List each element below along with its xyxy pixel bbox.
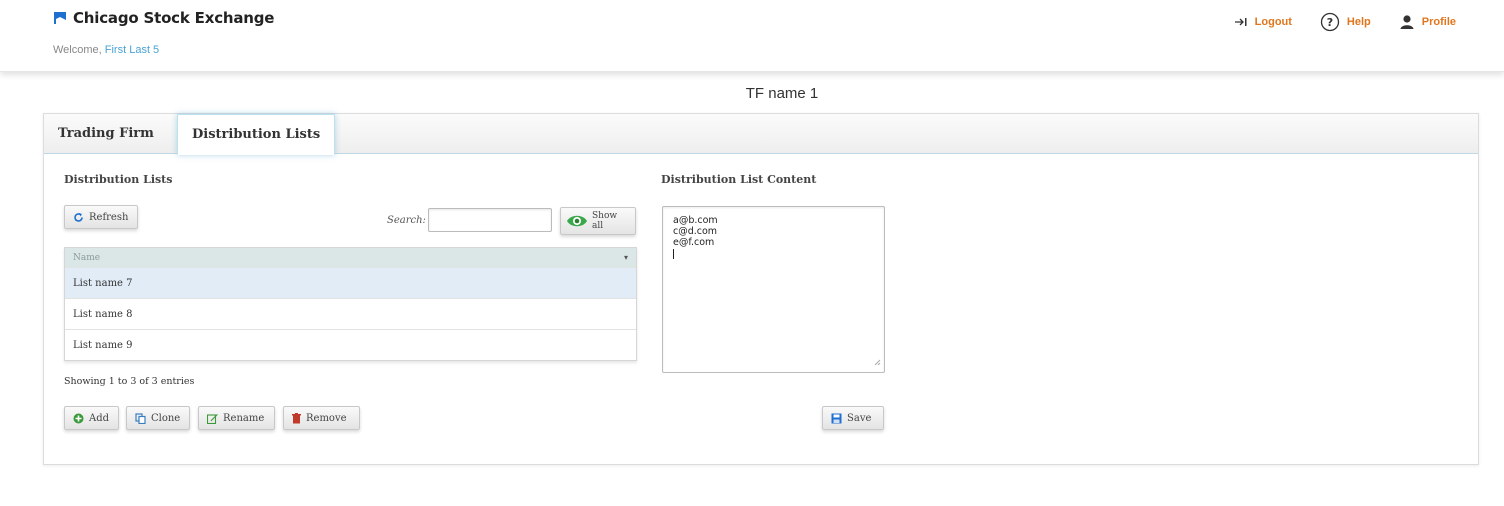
welcome-text: Welcome, First Last 5: [53, 44, 159, 56]
tab-distribution-lists[interactable]: Distribution Lists: [177, 114, 336, 155]
app-header: Chicago Stock Exchange Welcome, First La…: [0, 0, 1504, 72]
user-name-link[interactable]: First Last 5: [105, 44, 159, 56]
profile-link[interactable]: Profile: [1399, 14, 1456, 30]
user-icon: [1399, 14, 1415, 30]
add-label: Add: [89, 412, 110, 424]
search-input[interactable]: [428, 208, 552, 232]
copy-icon: [135, 412, 146, 424]
clone-button[interactable]: Clone: [126, 406, 190, 430]
save-label: Save: [847, 412, 872, 424]
list-content-title: Distribution List Content: [661, 173, 817, 186]
show-all-button[interactable]: Show all: [560, 207, 636, 235]
search-label: Search:: [387, 215, 426, 226]
flag-icon: [53, 11, 67, 25]
distribution-lists-title: Distribution Lists: [64, 173, 173, 186]
text-caret: [673, 249, 674, 259]
edit-icon: [207, 413, 218, 424]
show-all-label: Show all: [592, 211, 618, 231]
tab-trading-firm[interactable]: Trading Firm: [44, 114, 168, 154]
rename-label: Rename: [223, 412, 265, 424]
remove-button[interactable]: Remove: [283, 406, 360, 430]
logout-link[interactable]: Logout: [1234, 16, 1292, 28]
sort-icon: ▾: [623, 253, 628, 262]
welcome-prefix: Welcome,: [53, 44, 102, 56]
clone-label: Clone: [151, 412, 181, 424]
brand: Chicago Stock Exchange: [53, 9, 274, 27]
help-label: Help: [1346, 16, 1371, 28]
table-row[interactable]: List name 9: [65, 329, 636, 360]
save-button[interactable]: Save: [822, 406, 884, 430]
column-name: Name: [73, 252, 101, 263]
content-line: c@d.com: [673, 226, 718, 237]
trash-icon: [292, 412, 301, 424]
refresh-button[interactable]: Refresh: [64, 205, 138, 229]
logout-label: Logout: [1254, 16, 1292, 28]
resize-handle-icon[interactable]: [873, 358, 881, 369]
remove-label: Remove: [306, 412, 347, 424]
profile-label: Profile: [1421, 16, 1456, 28]
plus-circle-icon: [73, 413, 84, 424]
list-content-textarea[interactable]: a@b.com c@d.com e@f.com: [662, 206, 885, 373]
brand-name: Chicago Stock Exchange: [73, 9, 275, 27]
add-button[interactable]: Add: [64, 406, 119, 430]
refresh-label: Refresh: [89, 211, 129, 223]
table-row[interactable]: List name 8: [65, 298, 636, 329]
page-title: TF name 1: [745, 85, 819, 102]
tab-bar: Trading Firm Distribution Lists: [44, 114, 1478, 155]
table-header-name[interactable]: Name ▾: [65, 248, 636, 267]
question-circle-icon: ?: [1320, 12, 1340, 32]
table-row[interactable]: List name 7: [65, 267, 636, 298]
entries-info: Showing 1 to 3 of 3 entries: [64, 376, 195, 387]
help-link[interactable]: ? Help: [1320, 12, 1371, 32]
main-panel: Trading Firm Distribution Lists Distribu…: [43, 113, 1479, 465]
distribution-lists-table: Name ▾ List name 7 List name 8 List name…: [64, 247, 637, 361]
svg-text:?: ?: [1327, 16, 1333, 29]
top-nav: Logout ? Help Profile: [1234, 12, 1456, 32]
rename-button[interactable]: Rename: [198, 406, 275, 430]
eye-icon: [566, 213, 588, 229]
content-line: e@f.com: [673, 237, 715, 248]
page-title-row: TF name 1: [0, 85, 1504, 102]
refresh-icon: [73, 212, 84, 223]
save-icon: [831, 413, 842, 424]
logout-arrow-icon: [1234, 17, 1248, 27]
content-line: a@b.com: [673, 215, 718, 226]
